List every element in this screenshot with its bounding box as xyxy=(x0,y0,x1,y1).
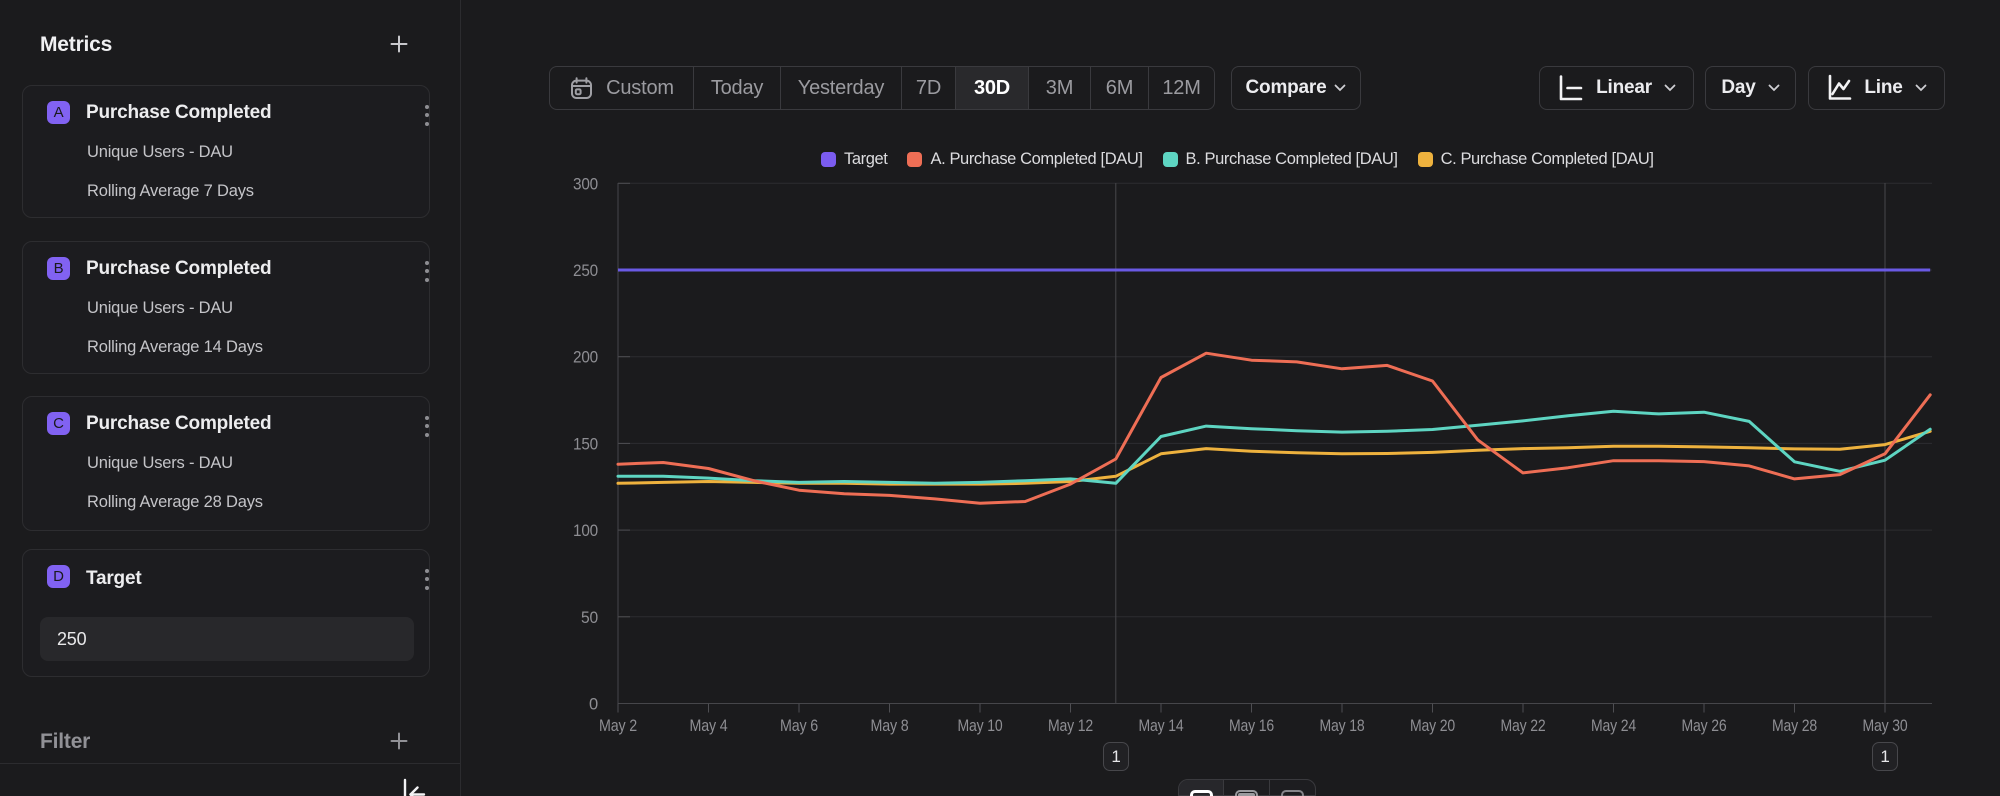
svg-text:May 24: May 24 xyxy=(1591,717,1636,735)
svg-text:May 28: May 28 xyxy=(1772,717,1817,735)
svg-text:May 2: May 2 xyxy=(599,717,637,735)
svg-text:May 18: May 18 xyxy=(1320,717,1365,735)
svg-text:150: 150 xyxy=(573,435,598,453)
svg-text:300: 300 xyxy=(573,175,598,193)
svg-text:50: 50 xyxy=(581,609,598,627)
svg-text:May 6: May 6 xyxy=(780,717,818,735)
svg-text:May 20: May 20 xyxy=(1410,717,1455,735)
svg-text:250: 250 xyxy=(573,262,598,280)
svg-text:May 10: May 10 xyxy=(958,717,1003,735)
svg-text:100: 100 xyxy=(573,522,598,540)
svg-text:0: 0 xyxy=(589,696,598,714)
svg-text:May 22: May 22 xyxy=(1501,717,1546,735)
svg-text:May 14: May 14 xyxy=(1139,717,1184,735)
svg-text:May 26: May 26 xyxy=(1682,717,1727,735)
svg-text:May 16: May 16 xyxy=(1229,717,1274,735)
svg-text:May 12: May 12 xyxy=(1048,717,1093,735)
svg-text:May 30: May 30 xyxy=(1863,717,1908,735)
svg-text:200: 200 xyxy=(573,349,598,367)
svg-text:May 4: May 4 xyxy=(690,717,728,735)
svg-text:May 8: May 8 xyxy=(871,717,909,735)
